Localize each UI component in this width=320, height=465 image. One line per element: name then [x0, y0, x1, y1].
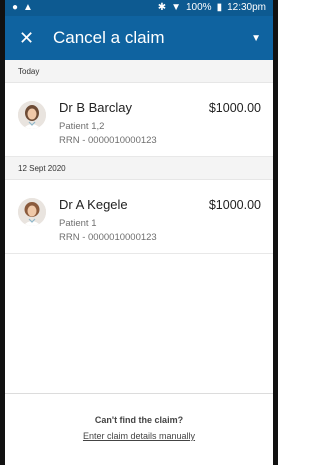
status-left: ● ▲: [12, 3, 33, 13]
claim-details: Dr B Barclay Patient 1,2 RRN - 000001000…: [59, 100, 157, 156]
section-header-date: 12 Sept 2020: [5, 157, 273, 180]
doctor-name: Dr A Kegele: [59, 197, 128, 212]
patient-label: Patient 1: [59, 218, 97, 229]
claim-details: Dr A Kegele Patient 1 RRN - 000001000012…: [59, 197, 157, 253]
doctor-avatar-icon: [18, 198, 46, 226]
avatar: [18, 198, 46, 226]
bluetooth-icon: ✱: [157, 2, 167, 13]
page-title: Cancel a claim: [53, 28, 165, 47]
patient-label: Patient 1,2: [59, 121, 105, 132]
claim-row[interactable]: Dr B Barclay Patient 1,2 RRN - 000001000…: [5, 83, 273, 157]
battery-percent: 100%: [185, 2, 212, 13]
status-right: ✱ ▼ 100% ▮ 12:30pm: [158, 3, 266, 13]
app-bar: ✕ Cancel a claim ▼: [5, 16, 273, 60]
phone-screen: ● ▲ ✱ ▼ 100% ▮ 12:30pm ✕ Cancel a claim …: [0, 0, 278, 465]
close-icon[interactable]: ✕: [19, 29, 45, 47]
claim-amount: $1000.00: [208, 101, 261, 115]
doctor-name: Dr B Barclay: [59, 100, 132, 115]
rrn-label: RRN - 0000010000123: [59, 135, 157, 146]
enter-manually-link[interactable]: Enter claim details manually: [83, 431, 195, 441]
footer: Can't find the claim? Enter claim detail…: [5, 393, 273, 465]
section-header-today: Today: [5, 60, 273, 83]
status-bar: ● ▲ ✱ ▼ 100% ▮ 12:30pm: [5, 0, 273, 16]
dropdown-caret-icon[interactable]: ▼: [251, 33, 261, 44]
doctor-avatar-icon: [18, 101, 46, 129]
status-time: 12:30pm: [227, 2, 266, 13]
cant-find-label: Can't find the claim?: [94, 415, 184, 425]
rrn-label: RRN - 0000010000123: [59, 232, 157, 243]
claim-row[interactable]: Dr A Kegele Patient 1 RRN - 000001000012…: [5, 180, 273, 254]
claims-list: Today Dr B Barclay Patient 1,2 RRN - 000…: [5, 60, 273, 254]
avatar: [18, 101, 46, 129]
wifi-icon: ▼: [171, 2, 181, 13]
claim-amount: $1000.00: [208, 198, 261, 212]
info-icon: ●: [12, 2, 19, 13]
warning-icon: ▲: [23, 2, 33, 13]
battery-icon: ▮: [216, 2, 223, 13]
